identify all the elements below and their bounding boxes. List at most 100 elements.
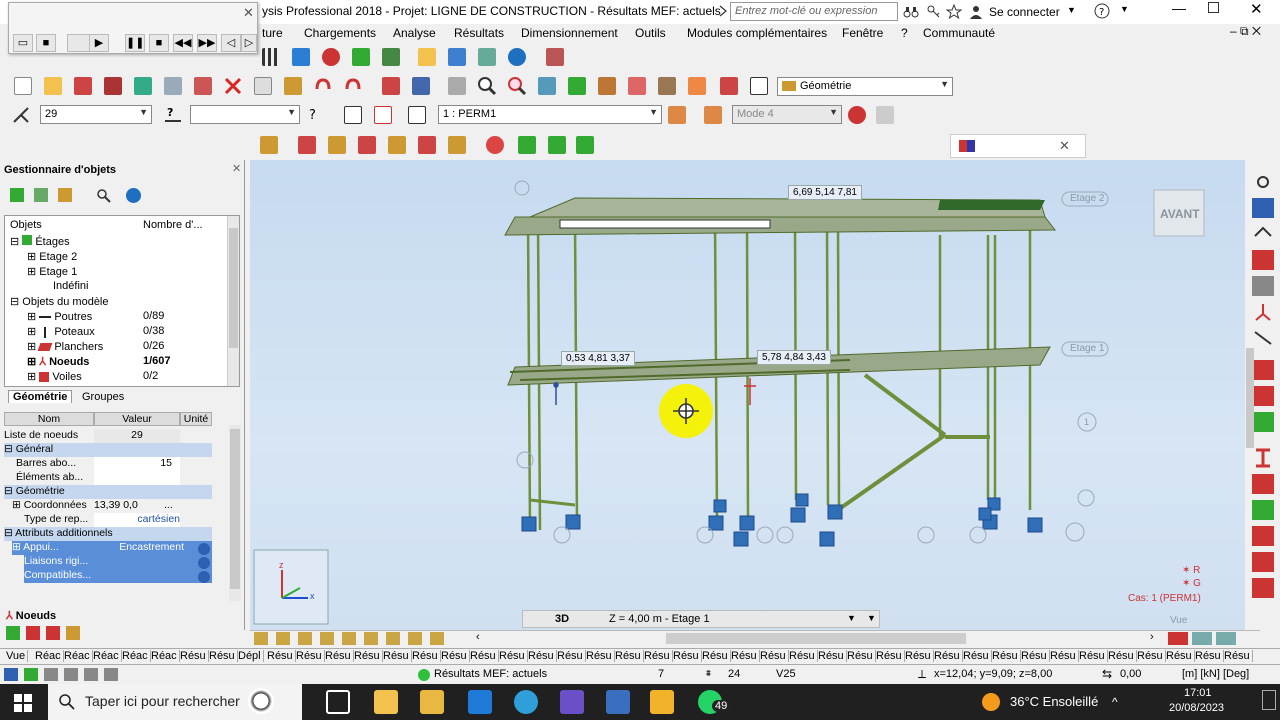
- search-icon[interactable]: [96, 188, 112, 207]
- node-selection-combo[interactable]: 29 ▼: [40, 105, 152, 124]
- view-tab[interactable]: Résu: [758, 650, 789, 662]
- group-attributes[interactable]: ⊟ Attributs additionnels: [4, 527, 212, 541]
- view-tab[interactable]: Résu: [468, 650, 499, 662]
- layout-select[interactable]: Géométrie ▼: [777, 77, 953, 96]
- chevron-down-icon[interactable]: ▼: [1120, 4, 1129, 14]
- view-tool-icon[interactable]: [408, 632, 422, 645]
- chevron-down-icon[interactable]: ▼: [867, 613, 876, 623]
- layout-list-icon[interactable]: [748, 75, 770, 97]
- object-icon[interactable]: [342, 104, 364, 126]
- file-explorer-icon[interactable]: [420, 690, 444, 714]
- rewind-icon[interactable]: ◀◀: [173, 34, 193, 52]
- stairs-tool-icon[interactable]: [1252, 552, 1274, 572]
- load-select-icon[interactable]: [702, 104, 724, 126]
- view-tab[interactable]: Résu: [526, 650, 557, 662]
- pause-icon[interactable]: ❚❚: [125, 34, 145, 52]
- menu-structure[interactable]: ture: [262, 26, 283, 40]
- status-tool-icon[interactable]: [4, 668, 18, 681]
- view-tab[interactable]: Résu: [961, 650, 992, 662]
- profile-tool-icon[interactable]: [1252, 448, 1274, 468]
- tree-item-storey2[interactable]: ⊞ Etage 2: [27, 250, 77, 263]
- close-button[interactable]: ✕: [1250, 0, 1263, 18]
- app-icon[interactable]: [560, 690, 584, 714]
- load-tool-icon[interactable]: [1252, 386, 1274, 406]
- view-extra-icon[interactable]: [1216, 632, 1236, 645]
- funnel-icon[interactable]: [34, 188, 48, 202]
- group-geometry[interactable]: ⊟ Géométrie: [4, 485, 212, 499]
- tray-chevron-icon[interactable]: ^: [1112, 695, 1118, 709]
- view-tab[interactable]: Résu: [816, 650, 847, 662]
- tab-nodes[interactable]: ⅄ Noeuds: [6, 609, 56, 622]
- mail-icon[interactable]: [468, 690, 492, 714]
- node-tool-icon[interactable]: [1252, 172, 1274, 192]
- mode-combo[interactable]: Mode 4 ▼: [732, 105, 842, 124]
- view-tab[interactable]: Résu: [352, 650, 383, 662]
- zoom-window-icon[interactable]: [506, 75, 528, 97]
- tree-item-storeys[interactable]: ⊟ Étages: [10, 235, 70, 248]
- tab-groups[interactable]: Groupes: [82, 391, 124, 403]
- scrollbar-thumb[interactable]: [230, 429, 240, 589]
- prop-reptype[interactable]: cartésien: [94, 513, 180, 527]
- help-icon[interactable]: [126, 188, 141, 203]
- status-tool-icon[interactable]: [44, 668, 58, 681]
- panel-tool-icon[interactable]: [26, 626, 40, 640]
- view-tool-icon[interactable]: [430, 632, 444, 645]
- open-icon[interactable]: [42, 75, 64, 97]
- view-tab[interactable]: Résu: [207, 650, 238, 662]
- panel-tool-icon[interactable]: [66, 626, 80, 640]
- hourglass-icon[interactable]: [58, 188, 72, 202]
- tree-item-slabs[interactable]: ⊞ Planchers: [27, 340, 103, 353]
- wave-icon[interactable]: [874, 104, 896, 126]
- menu-tools[interactable]: Outils: [635, 26, 666, 40]
- view-cube-face[interactable]: AVANT: [1160, 207, 1200, 221]
- view-tab[interactable]: Résu: [1077, 650, 1108, 662]
- view-extra-icon[interactable]: [1168, 632, 1188, 645]
- user-icon[interactable]: [968, 4, 984, 23]
- menu-loads[interactable]: Chargements: [304, 26, 376, 40]
- structure-3d-viewport[interactable]: 6,69 5,14 7,81 0,53 4,81 3,37 5,78 4,84 …: [250, 160, 1260, 630]
- view-tab[interactable]: Résu: [903, 650, 934, 662]
- load-case-icon[interactable]: [406, 104, 428, 126]
- tree-item-nodes[interactable]: ⊞ ⅄ Noeuds: [27, 355, 89, 368]
- camera-icon[interactable]: [192, 75, 214, 97]
- info-icon[interactable]: [198, 571, 210, 583]
- prop-coords-row[interactable]: ⊞ Coordonnées: [12, 499, 94, 513]
- edit-tool6-icon[interactable]: [416, 134, 438, 156]
- edit-tool3-icon[interactable]: [326, 134, 348, 156]
- bar-tool-icon[interactable]: [1252, 302, 1274, 322]
- multi-icon[interactable]: [544, 46, 566, 68]
- view-tab[interactable]: Résu: [265, 650, 296, 662]
- close-icon[interactable]: ✕: [1059, 138, 1070, 154]
- prop-node-list[interactable]: 29: [94, 429, 180, 443]
- scroll-left-icon[interactable]: ‹: [476, 631, 480, 643]
- prop-elements[interactable]: [94, 471, 180, 485]
- view-tab[interactable]: Résu: [1222, 650, 1253, 662]
- bar-selection-combo[interactable]: ▼: [190, 105, 300, 124]
- beam-tool-icon[interactable]: [1252, 224, 1274, 244]
- prop-rigid-row[interactable]: Liaisons rigi...: [24, 555, 212, 569]
- open-icon[interactable]: ▭: [13, 34, 33, 52]
- prop-bars[interactable]: 15: [94, 457, 180, 471]
- view-tool-icon[interactable]: [276, 632, 290, 645]
- properties-scrollbar[interactable]: [229, 425, 241, 601]
- structure-view-icon[interactable]: [290, 46, 312, 68]
- chevron-down-icon[interactable]: ▼: [1067, 5, 1076, 15]
- view-tab[interactable]: Résu: [700, 650, 731, 662]
- task-view-icon[interactable]: [326, 690, 350, 714]
- tree-item-storey1[interactable]: ⊞ Etage 1: [27, 265, 77, 278]
- load-display-icon[interactable]: [666, 104, 688, 126]
- star-icon[interactable]: [945, 3, 963, 23]
- view-tab[interactable]: Réac: [91, 650, 122, 662]
- view-tab[interactable]: Résu: [1164, 650, 1195, 662]
- select-bar-icon[interactable]: ?: [162, 104, 184, 126]
- select-node-icon[interactable]: [10, 104, 32, 126]
- globe-icon[interactable]: [506, 46, 528, 68]
- arrow-icon[interactable]: [718, 4, 728, 18]
- paste-icon[interactable]: [282, 75, 304, 97]
- taskbar-search[interactable]: Taper ici pour rechercher: [48, 684, 302, 720]
- table2-icon[interactable]: [380, 46, 402, 68]
- units[interactable]: [m] [kN] [Deg]: [1182, 668, 1249, 680]
- view-mode[interactable]: 3D: [555, 613, 569, 625]
- play-icon[interactable]: ▶: [89, 34, 109, 52]
- delete-icon[interactable]: [222, 75, 244, 97]
